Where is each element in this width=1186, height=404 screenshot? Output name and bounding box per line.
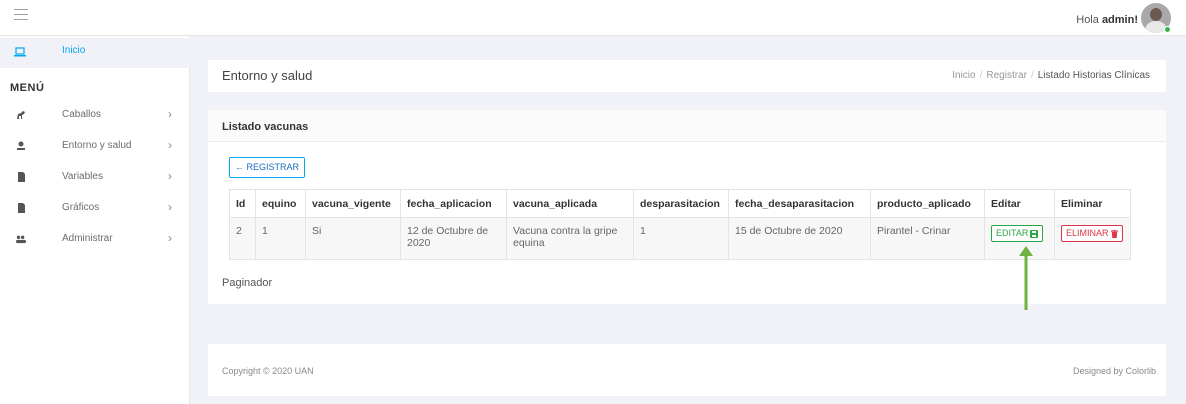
- column-header: Eliminar: [1054, 189, 1131, 218]
- trash-icon: [1110, 230, 1118, 238]
- cell-fecha-desaparasitacion: 15 de Octubre de 2020: [728, 217, 871, 260]
- column-header: vacuna_aplicada: [506, 189, 634, 218]
- sidebar-item-label: Caballos: [62, 109, 101, 120]
- chevron-right-icon: ›: [168, 231, 172, 245]
- cell-producto-aplicado: Pirantel - Crinar: [870, 217, 985, 260]
- sidebar-item-graficos[interactable]: Gráficos ›: [0, 197, 190, 221]
- register-button[interactable]: ← REGISTRAR: [229, 157, 306, 178]
- chevron-right-icon: ›: [168, 107, 172, 121]
- users-icon: [16, 235, 26, 244]
- edit-button-label: EDITAR: [996, 228, 1029, 238]
- menu-toggle-icon[interactable]: [14, 5, 28, 27]
- user-greeting: Hola admin!: [1076, 14, 1138, 26]
- sidebar-item-label: Gráficos: [62, 202, 100, 213]
- chevron-right-icon: ›: [168, 138, 172, 152]
- sidebar-item-label: Entorno y salud: [62, 140, 132, 151]
- sidebar-item-label: Variables: [62, 171, 103, 182]
- vaccine-table: Id equino vacuna_vigente fecha_aplicacio…: [229, 189, 1131, 260]
- paginator[interactable]: Paginador: [222, 277, 272, 289]
- sidebar-item-caballos[interactable]: Caballos ›: [0, 104, 190, 128]
- horse-icon: [17, 111, 25, 119]
- card-header: Listado vacunas: [208, 110, 1166, 142]
- delete-button-label: ELIMINAR: [1066, 228, 1109, 238]
- column-header: producto_aplicado: [870, 189, 985, 218]
- column-header: vacuna_vigente: [305, 189, 401, 218]
- cell-vacuna-vigente: Si: [305, 217, 401, 260]
- tree-icon: [17, 141, 25, 150]
- file-icon: [18, 203, 25, 213]
- cell-desparasitacion: 1: [633, 217, 729, 260]
- annotation-arrow-icon: [1019, 246, 1033, 310]
- page-title: Entorno y salud: [222, 68, 313, 83]
- page-header: Entorno y salud Inicio / Registrar / Listado…: [208, 60, 1166, 92]
- table-header-row: Id equino vacuna_vigente fecha_aplicacio…: [229, 189, 1131, 218]
- delete-button[interactable]: ELIMINAR: [1061, 225, 1123, 242]
- cell-delete: ELIMINAR: [1054, 217, 1131, 260]
- breadcrumb-item-registrar[interactable]: Registrar: [986, 70, 1027, 81]
- sidebar-item-variables[interactable]: Variables ›: [0, 166, 190, 190]
- column-header: fecha_desaparasitacion: [728, 189, 871, 218]
- column-header: Editar: [984, 189, 1055, 218]
- username: admin!: [1101, 14, 1138, 26]
- column-header: fecha_aplicacion: [400, 189, 507, 218]
- chevron-right-icon: ›: [168, 200, 172, 214]
- sidebar-item-label: Administrar: [62, 233, 113, 244]
- card-title: Listado vacunas: [222, 121, 309, 133]
- file-icon: [18, 172, 25, 182]
- table-row: 2 1 Si 12 de Octubre de 2020 Vacuna cont…: [229, 217, 1131, 260]
- sidebar: Inicio MENÚ Caballos › Entorno y salud ›…: [0, 36, 190, 404]
- cell-vacuna-aplicada: Vacuna contra la gripe equina: [506, 217, 634, 260]
- top-navbar: Hola admin!: [0, 0, 1186, 36]
- column-header: equino: [255, 189, 306, 218]
- designed-by-link[interactable]: Designed by Colorlib: [1073, 366, 1156, 376]
- online-status-icon: [1164, 26, 1171, 33]
- cell-fecha-aplicacion: 12 de Octubre de 2020: [400, 217, 507, 260]
- breadcrumb-item-inicio[interactable]: Inicio: [952, 70, 975, 81]
- cell-equino: 1: [255, 217, 306, 260]
- column-header: desparasitacion: [633, 189, 729, 218]
- footer: Copyright © 2020 UAN Designed by Colorli…: [208, 344, 1166, 396]
- column-header: Id: [229, 189, 256, 218]
- sidebar-item-entorno-salud[interactable]: Entorno y salud ›: [0, 135, 190, 159]
- sidebar-item-label: Inicio: [62, 45, 86, 56]
- copyright-text: Copyright © 2020 UAN: [222, 366, 314, 376]
- cell-id: 2: [229, 217, 256, 260]
- edit-button[interactable]: EDITAR: [991, 225, 1044, 242]
- laptop-icon: [14, 47, 26, 57]
- chevron-right-icon: ›: [168, 169, 172, 183]
- menu-title: MENÚ: [10, 82, 45, 94]
- breadcrumb: Inicio / Registrar / Listado Historias Clíni…: [952, 70, 1150, 81]
- sidebar-item-inicio[interactable]: Inicio: [0, 38, 190, 68]
- sidebar-item-administrar[interactable]: Administrar ›: [0, 228, 190, 252]
- breadcrumb-item-current: Listado Historias Clínicas: [1037, 70, 1150, 81]
- save-icon: [1030, 230, 1039, 238]
